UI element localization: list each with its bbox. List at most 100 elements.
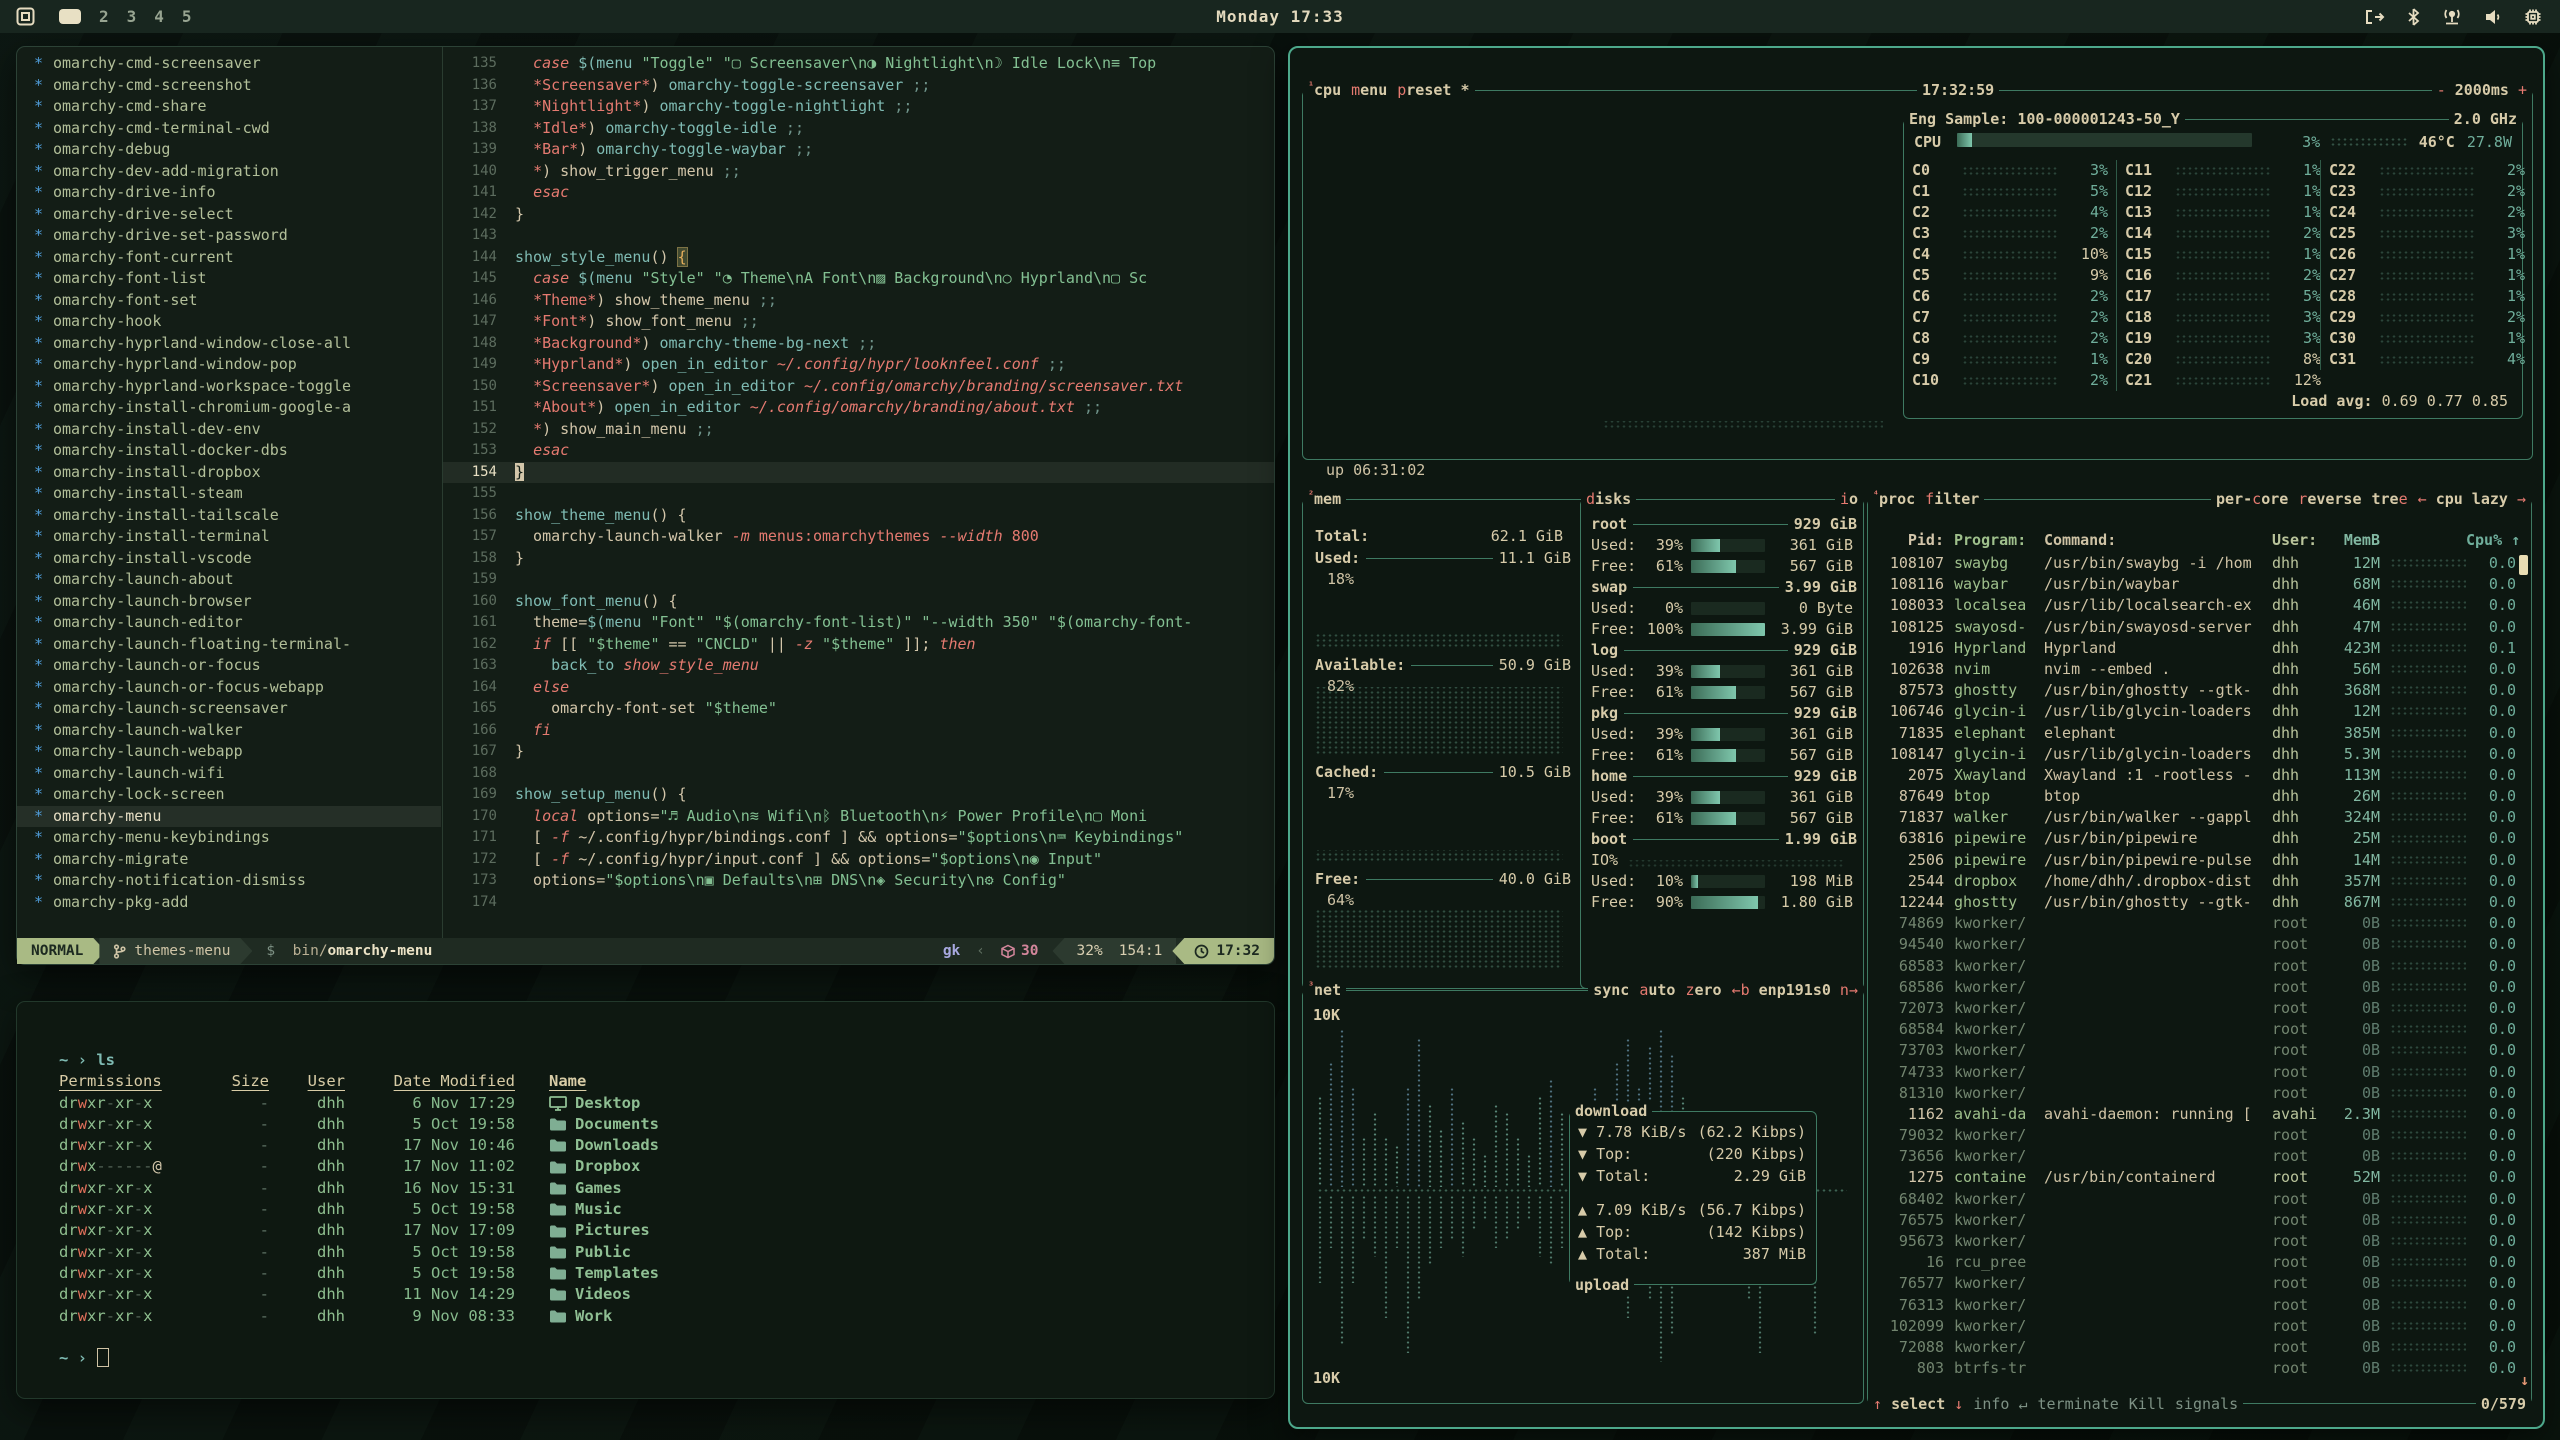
process-row[interactable]: 108116waybar/usr/bin/waybardhh68M0.0 [1878,574,2517,595]
file-item[interactable]: *omarchy-cmd-screensaver [17,53,441,75]
file-item[interactable]: *omarchy-install-steam [17,483,441,505]
file-item[interactable]: *omarchy-launch-editor [17,612,441,634]
preset-tab[interactable]: preset * [1392,81,1474,99]
file-item[interactable]: *omarchy-install-terminal [17,526,441,548]
process-row[interactable]: 12244ghostty/usr/bin/ghostty --gtk-dhh86… [1878,892,2517,913]
process-row[interactable]: 72088kworker/root0B0.0 [1878,1337,2517,1358]
terminal-cursor[interactable] [97,1348,109,1367]
process-row[interactable]: 68402kworker/root0B0.0 [1878,1189,2517,1210]
process-row[interactable]: 76313kworker/root0B0.0 [1878,1295,2517,1316]
net-box-title[interactable]: ³net [1303,981,1346,999]
sync-tab[interactable]: sync [1588,981,1634,999]
process-row[interactable]: 2544dropbox/home/dhh/.dropbox-distdhh357… [1878,871,2517,892]
file-item[interactable]: *omarchy-menu [17,806,441,828]
sort-selector[interactable]: ← cpu lazy → [2413,490,2531,508]
process-row[interactable]: 1162avahi-daavahi-daemon: running [avahi… [1878,1104,2517,1125]
file-item[interactable]: *omarchy-cmd-screenshot [17,75,441,97]
bluetooth-icon[interactable] [2407,8,2420,26]
file-item[interactable]: *omarchy-hyprland-workspace-toggle [17,376,441,398]
file-item[interactable]: *omarchy-launch-or-focus [17,655,441,677]
file-item[interactable]: *omarchy-font-list [17,268,441,290]
tree-tab[interactable]: tree [2367,490,2413,508]
process-row[interactable]: 108107swaybg/usr/bin/swaybg -i /homdhh12… [1878,553,2517,574]
file-item[interactable]: *omarchy-drive-set-password [17,225,441,247]
header-mem[interactable]: MemB [2324,530,2380,551]
process-row[interactable]: 16rcu_preeroot0B0.0 [1878,1252,2517,1273]
mem-box-title[interactable]: ²mem [1303,490,1346,508]
file-item[interactable]: *omarchy-font-set [17,290,441,312]
scroll-down-arrow[interactable]: ↓ [2520,1371,2529,1389]
io-tab[interactable]: io [1835,490,1863,508]
file-item[interactable]: *omarchy-install-tailscale [17,505,441,527]
proc-box-title[interactable]: ⁴proc [1868,490,1920,508]
file-item[interactable]: *omarchy-launch-screensaver [17,698,441,720]
process-row[interactable]: 102638nvimnvim --embed .dhh56M0.0 [1878,659,2517,680]
file-item[interactable]: *omarchy-install-chromium-google-a [17,397,441,419]
menu-tab[interactable]: menu [1346,81,1392,99]
process-row[interactable]: 74733kworker/root0B0.0 [1878,1062,2517,1083]
process-row[interactable]: 79032kworker/root0B0.0 [1878,1125,2517,1146]
file-item[interactable]: *omarchy-hyprland-window-close-all [17,333,441,355]
dir-name[interactable]: Videos [549,1284,631,1305]
update-interval[interactable]: - 2000ms + [2432,81,2532,99]
cpu-box-title[interactable]: ¹cpu [1303,81,1346,99]
header-user[interactable]: User: [2272,530,2324,551]
dir-name[interactable]: Games [549,1178,622,1199]
process-row[interactable]: 71837walker/usr/bin/walker --gappldhh324… [1878,807,2517,828]
file-item[interactable]: *omarchy-launch-browser [17,591,441,613]
file-item[interactable]: *omarchy-font-current [17,247,441,269]
process-row[interactable]: 106746glycin-i/usr/lib/glycin-loadersdhh… [1878,701,2517,722]
volume-icon[interactable] [2484,9,2502,25]
file-item[interactable]: *omarchy-launch-webapp [17,741,441,763]
process-row[interactable]: 73703kworker/root0B0.0 [1878,1040,2517,1061]
process-row[interactable]: 71835elephantelephantdhh385M0.0 [1878,723,2517,744]
header-program[interactable]: Program: [1954,530,2038,551]
file-item[interactable]: *omarchy-drive-info [17,182,441,204]
file-item[interactable]: *omarchy-hook [17,311,441,333]
dir-name[interactable]: Downloads [549,1135,659,1156]
file-item[interactable]: *omarchy-launch-about [17,569,441,591]
process-row[interactable]: 95673kworker/root0B0.0 [1878,1231,2517,1252]
process-row[interactable]: 2075XwaylandXwayland :1 -rootless -dhh11… [1878,765,2517,786]
process-row[interactable]: 68586kworker/root0B0.0 [1878,977,2517,998]
file-item[interactable]: *omarchy-menu-keybindings [17,827,441,849]
git-branch-segment[interactable]: themes-menu [99,938,252,964]
header-cpu[interactable]: Cpu% ↑ [2466,530,2516,551]
process-row[interactable]: 72073kworker/root0B0.0 [1878,998,2517,1019]
network-icon[interactable] [2442,8,2462,25]
file-item[interactable]: *omarchy-launch-or-focus-webapp [17,677,441,699]
kill-button[interactable]: Kill [2124,1395,2170,1413]
interface-selector[interactable]: ←b enp191s0 n→ [1727,981,1863,999]
process-row[interactable]: 108125swayosd-/usr/bin/swayosd-serverdhh… [1878,617,2517,638]
dir-name[interactable]: Public [549,1242,631,1263]
process-row[interactable]: 1916HyprlandHyprlanddhh423M0.1 [1878,638,2517,659]
file-item[interactable]: *omarchy-drive-select [17,204,441,226]
file-item[interactable]: *omarchy-cmd-share [17,96,441,118]
process-row[interactable]: 68584kworker/root0B0.0 [1878,1019,2517,1040]
process-row[interactable]: 1275containe/usr/bin/containerdroot52M0.… [1878,1167,2517,1188]
process-row[interactable]: 102099kworker/root0B0.0 [1878,1316,2517,1337]
process-row[interactable]: 81310kworker/root0B0.0 [1878,1083,2517,1104]
dir-name[interactable]: Music [549,1199,622,1220]
process-row[interactable]: 68583kworker/root0B0.0 [1878,956,2517,977]
terminate-button[interactable]: terminate [2033,1395,2124,1413]
process-row[interactable]: 803btrfs-trroot0B0.0 [1878,1358,2517,1379]
reverse-tab[interactable]: reverse [2293,490,2366,508]
process-row[interactable]: 108147glycin-i/usr/lib/glycin-loadersdhh… [1878,744,2517,765]
dir-name[interactable]: Desktop [549,1093,640,1114]
disks-box-title[interactable]: disks [1581,490,1636,508]
file-item[interactable]: *omarchy-install-vscode [17,548,441,570]
file-item[interactable]: *omarchy-migrate [17,849,441,871]
signals-button[interactable]: signals [2170,1395,2243,1413]
process-row[interactable]: 63816pipewire/usr/bin/pipewiredhh25M0.0 [1878,828,2517,849]
file-item[interactable]: *omarchy-install-docker-dbs [17,440,441,462]
process-row[interactable]: 87573ghostty/usr/bin/ghostty --gtk-dhh36… [1878,680,2517,701]
process-row[interactable]: 76575kworker/root0B0.0 [1878,1210,2517,1231]
file-item[interactable]: *omarchy-dev-add-migration [17,161,441,183]
file-item[interactable]: *omarchy-hyprland-window-pop [17,354,441,376]
process-row[interactable]: 108033localsea/usr/lib/localsearch-exdhh… [1878,595,2517,616]
file-item[interactable]: *omarchy-cmd-terminal-cwd [17,118,441,140]
dir-name[interactable]: Work [549,1306,612,1327]
process-row[interactable]: 74869kworker/root0B0.0 [1878,913,2517,934]
file-item[interactable]: *omarchy-lock-screen [17,784,441,806]
